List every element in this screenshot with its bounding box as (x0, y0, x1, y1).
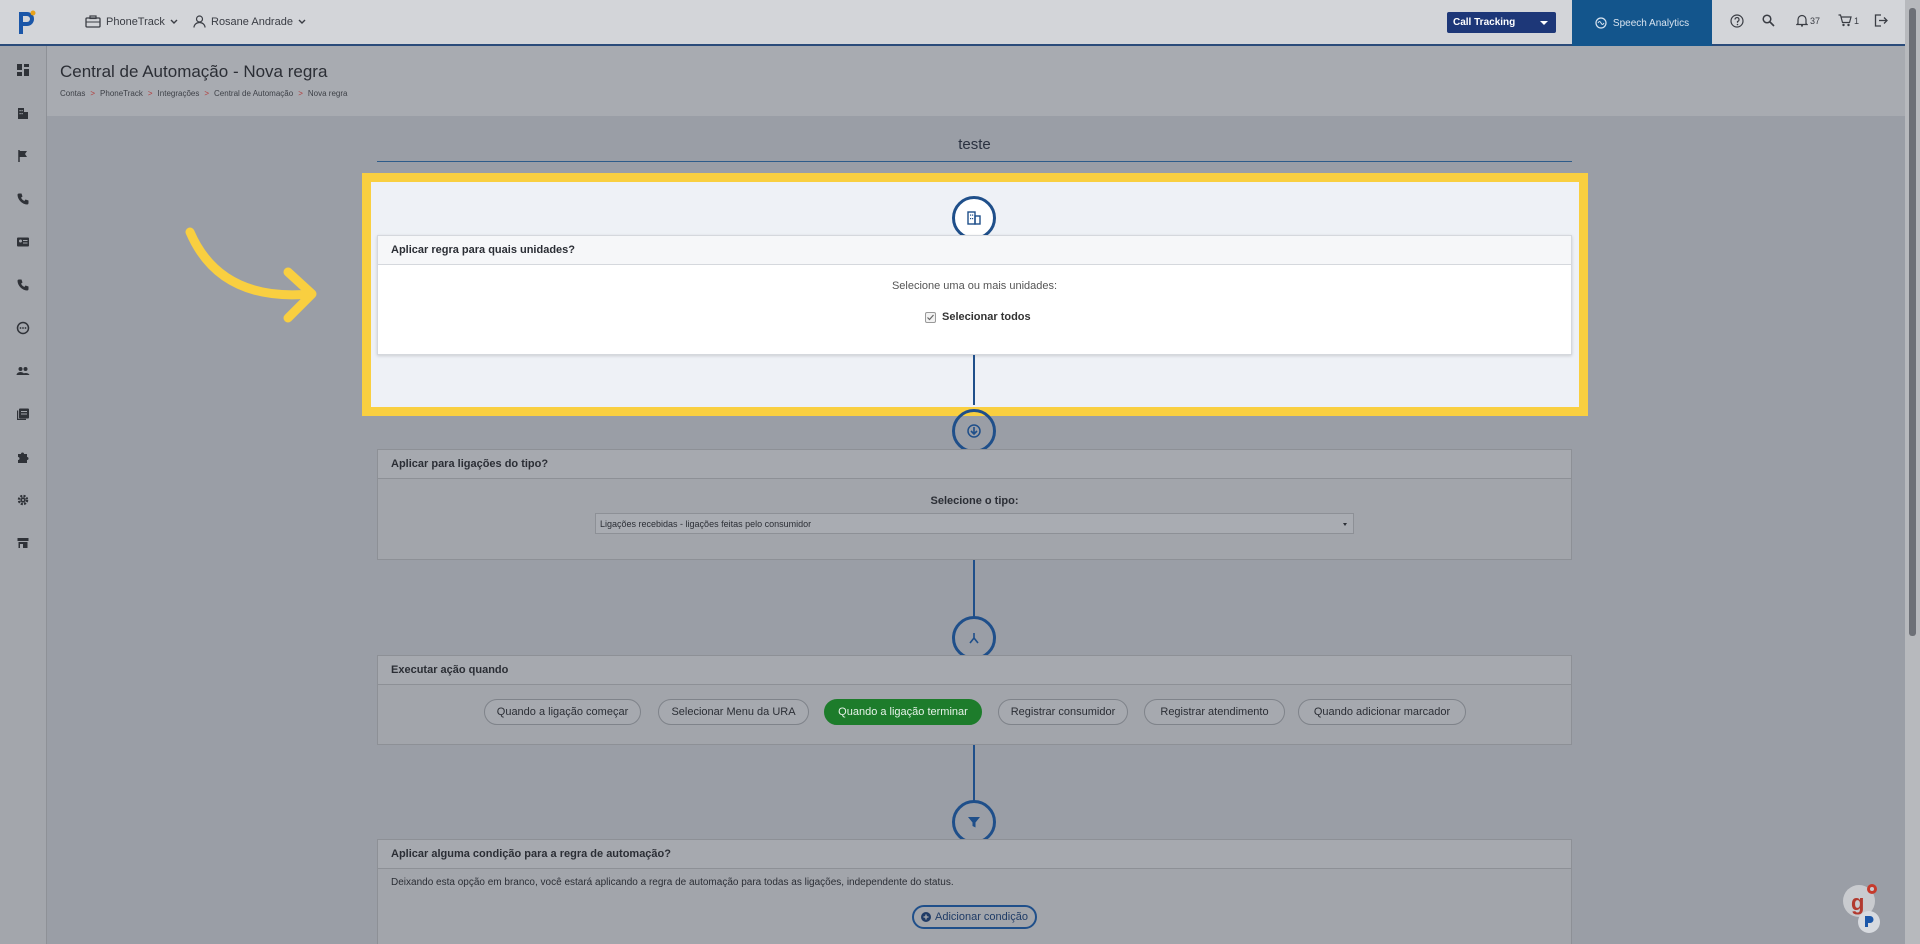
svg-text:g: g (1851, 890, 1864, 915)
reports-icon[interactable] (16, 407, 30, 421)
breadcrumb-nova-regra: Nova regra (307, 89, 348, 98)
condition-description: Deixando esta opção em branco, você esta… (391, 877, 954, 888)
option-ura-menu[interactable]: Selecionar Menu da URA (658, 699, 809, 725)
option-call-start[interactable]: Quando a ligação começar (484, 699, 641, 725)
annotation-arrow-icon (185, 227, 317, 323)
breadcrumb-separator: > (298, 89, 303, 98)
contact-card-icon[interactable] (16, 235, 30, 249)
breadcrumb-separator: > (204, 89, 210, 98)
speech-analytics-button[interactable]: Speech Analytics (1572, 0, 1712, 46)
search-button[interactable] (1762, 14, 1775, 27)
filter-icon (968, 817, 980, 828)
users-icon[interactable] (16, 364, 30, 378)
units-prompt: Selecione uma ou mais unidades: (891, 280, 1058, 292)
top-bar: PhoneTrack Rosane Andrade Call Tracking … (0, 0, 1905, 46)
dashboard-icon[interactable] (16, 63, 30, 77)
connector-line (973, 560, 975, 618)
page-scrollbar[interactable] (1905, 0, 1920, 944)
units-card: Aplicar regra para quais unidades? Selec… (377, 235, 1572, 355)
bell-icon (1796, 14, 1808, 27)
puzzle-icon[interactable] (16, 450, 30, 464)
option-register-service[interactable]: Registrar atendimento (1144, 699, 1285, 725)
logout-button[interactable] (1874, 14, 1888, 27)
fork-icon (969, 633, 979, 644)
breadcrumb: Contas > PhoneTrack > Integrações > Cent… (60, 89, 347, 98)
breadcrumb-separator: > (90, 89, 96, 98)
call-type-node (952, 409, 996, 453)
rule-name-input[interactable]: teste (377, 136, 1572, 162)
user-label: Rosane Andrade (211, 15, 293, 28)
logout-icon (1874, 14, 1888, 27)
option-register-consumer[interactable]: Registrar consumidor (998, 699, 1128, 725)
chevron-down-icon (170, 19, 178, 24)
help-icon (1730, 14, 1744, 28)
action-node (952, 616, 996, 660)
breadcrumb-contas[interactable]: Contas (60, 89, 85, 98)
page-header: Central de Automação - Nova regra Contas… (47, 46, 1905, 116)
user-dropdown[interactable]: Rosane Andrade (193, 15, 306, 28)
help-widget-icon[interactable]: g (1839, 880, 1883, 934)
add-condition-button[interactable]: Adicionar condição (912, 905, 1037, 929)
plus-circle-icon (921, 912, 932, 922)
units-node (952, 196, 996, 240)
sidebar (0, 46, 47, 944)
speech-label: Speech Analytics (1612, 17, 1690, 29)
phone-call-icon[interactable] (16, 278, 30, 292)
search-icon (1762, 14, 1775, 27)
help-button[interactable] (1730, 14, 1744, 28)
chat-icon[interactable] (16, 321, 30, 335)
select-all-label: Selecionar todos (942, 311, 1031, 323)
action-card-title: Executar ação quando (378, 656, 1571, 685)
breadcrumb-separator: > (147, 89, 153, 98)
product-select[interactable]: Call Tracking (1447, 12, 1556, 33)
cart-icon (1838, 14, 1852, 27)
page-title: Central de Automação - Nova regra (60, 62, 328, 81)
check-icon (927, 314, 934, 320)
connector-line (973, 745, 975, 802)
store-icon[interactable] (16, 536, 30, 550)
account-dropdown[interactable]: PhoneTrack (85, 15, 178, 28)
phonetrack-logo[interactable] (14, 9, 38, 37)
call-type-select-value: Ligações recebidas - ligações feitas pel… (600, 519, 812, 529)
call-type-select[interactable]: Ligações recebidas - ligações feitas pel… (595, 513, 1354, 534)
gear-icon[interactable] (16, 493, 30, 507)
condition-node (952, 800, 996, 844)
call-type-card-title: Aplicar para ligações do tipo? (378, 450, 1571, 479)
cart-button[interactable]: 1 (1838, 14, 1859, 27)
select-all-checkbox[interactable] (925, 311, 936, 323)
breadcrumb-central-automacao[interactable]: Central de Automação (214, 89, 293, 98)
call-type-card: Aplicar para ligações do tipo? Selecione… (377, 449, 1572, 560)
caret-down-icon (1343, 523, 1347, 526)
add-condition-label: Adicionar condição (935, 911, 1028, 923)
flag-icon[interactable] (16, 149, 30, 163)
building-icon[interactable] (16, 106, 30, 120)
chevron-down-icon (298, 19, 306, 24)
notifications-button[interactable]: 37 (1796, 14, 1820, 27)
download-circle-icon (967, 424, 981, 438)
scrollbar-thumb[interactable] (1909, 8, 1916, 636)
user-icon (193, 15, 206, 28)
select-all-checkbox-row[interactable]: Selecionar todos (925, 311, 1031, 323)
breadcrumb-integracoes[interactable]: Integrações (158, 89, 200, 98)
option-call-end[interactable]: Quando a ligação terminar (824, 699, 982, 725)
briefcase-icon (85, 15, 101, 28)
phone-icon[interactable] (16, 192, 30, 206)
notifications-count: 37 (1810, 15, 1821, 26)
cart-count: 1 (1854, 15, 1860, 26)
caret-down-icon (1540, 21, 1548, 25)
speech-icon (1595, 17, 1607, 29)
option-add-marker[interactable]: Quando adicionar marcador (1298, 699, 1466, 725)
call-type-prompt: Selecione o tipo: (930, 495, 1019, 507)
units-card-title: Aplicar regra para quais unidades? (378, 236, 1571, 265)
account-label: PhoneTrack (106, 15, 165, 28)
product-select-value: Call Tracking (1453, 17, 1516, 28)
condition-card-title: Aplicar alguma condição para a regra de … (378, 840, 1571, 869)
building-icon (967, 211, 981, 225)
connector-line (973, 355, 975, 405)
breadcrumb-phonetrack[interactable]: PhoneTrack (100, 89, 143, 98)
